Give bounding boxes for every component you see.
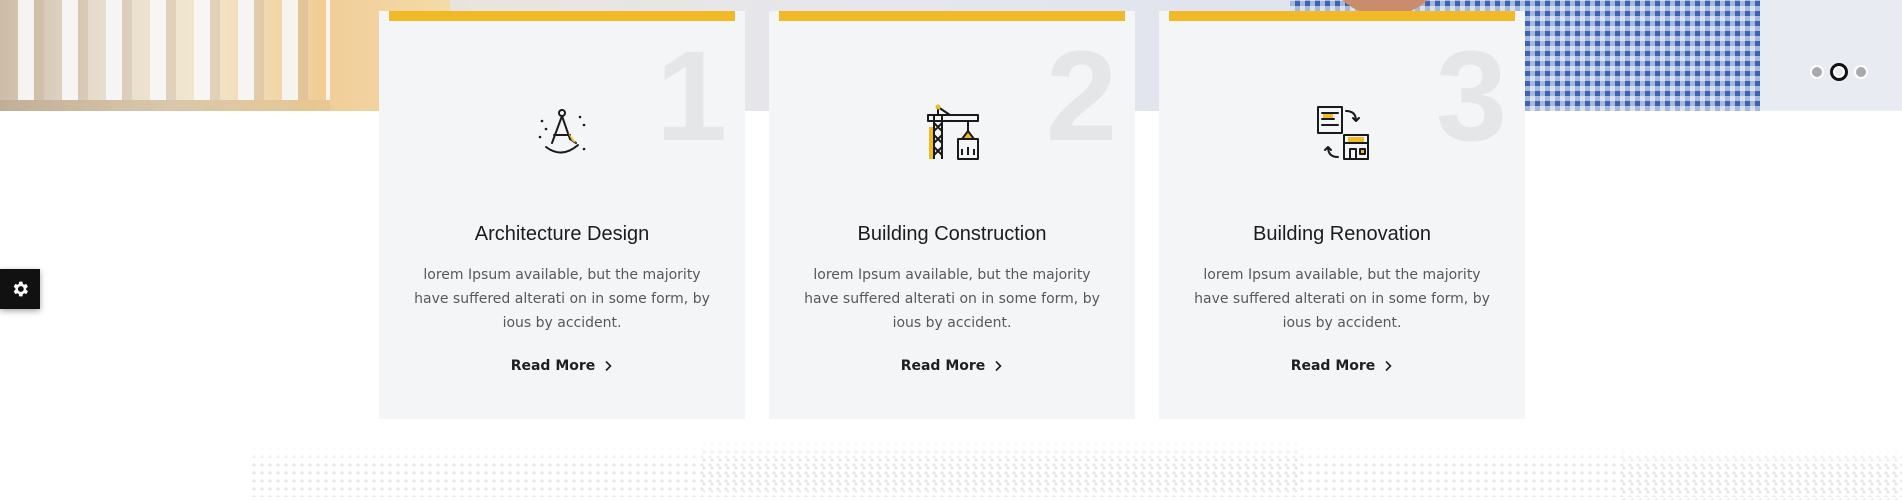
card-title: Building Construction (857, 223, 1047, 245)
building-background-image (0, 0, 330, 111)
card-description: lorem Ipsum available, but the majority … (414, 267, 710, 331)
card-accent-bar (389, 11, 735, 21)
card-description: lorem Ipsum available, but the majority … (1194, 267, 1490, 331)
card-number: 2 (1045, 25, 1117, 168)
card-accent-bar (779, 11, 1125, 21)
crane-building-icon (927, 104, 979, 160)
hero-background (1760, 0, 1902, 111)
chevron-right-icon (605, 360, 612, 372)
service-card-construction: 2 Building Construction lorem Ipsum avai… (769, 11, 1135, 419)
drafting-compass-icon (538, 109, 586, 154)
read-more-link[interactable]: Read More (1159, 358, 1525, 374)
world-map-background-2 (700, 440, 1300, 492)
card-accent-bar (1169, 11, 1515, 21)
read-more-label: Read More (900, 358, 986, 374)
gear-icon (13, 281, 28, 297)
card-title: Architecture Design (474, 223, 650, 245)
card-number: 3 (1435, 25, 1507, 168)
read-more-link[interactable]: Read More (769, 358, 1135, 374)
card-title: Building Renovation (1253, 223, 1431, 245)
chevron-right-icon (1385, 360, 1392, 372)
slider-dot-2[interactable] (1830, 63, 1848, 81)
chevron-right-icon (995, 360, 1002, 372)
service-card-architecture: 1 Architecture Design lorem Ipsum availa… (379, 11, 745, 419)
read-more-label: Read More (1290, 358, 1376, 374)
settings-toggle-button[interactable] (0, 269, 40, 309)
read-more-label: Read More (510, 358, 596, 374)
slider-dot-1[interactable] (1810, 65, 1824, 79)
card-description: lorem Ipsum available, but the majority … (804, 267, 1100, 331)
world-map-background-3 (1620, 448, 1902, 500)
slider-dot-3[interactable] (1854, 65, 1868, 79)
card-number: 1 (655, 25, 727, 168)
renovation-blueprint-icon (1317, 106, 1369, 160)
slider-dots (1810, 63, 1868, 81)
read-more-link[interactable]: Read More (379, 358, 745, 374)
service-card-renovation: 3 Building Renovation lorem Ipsum availa… (1159, 11, 1525, 419)
